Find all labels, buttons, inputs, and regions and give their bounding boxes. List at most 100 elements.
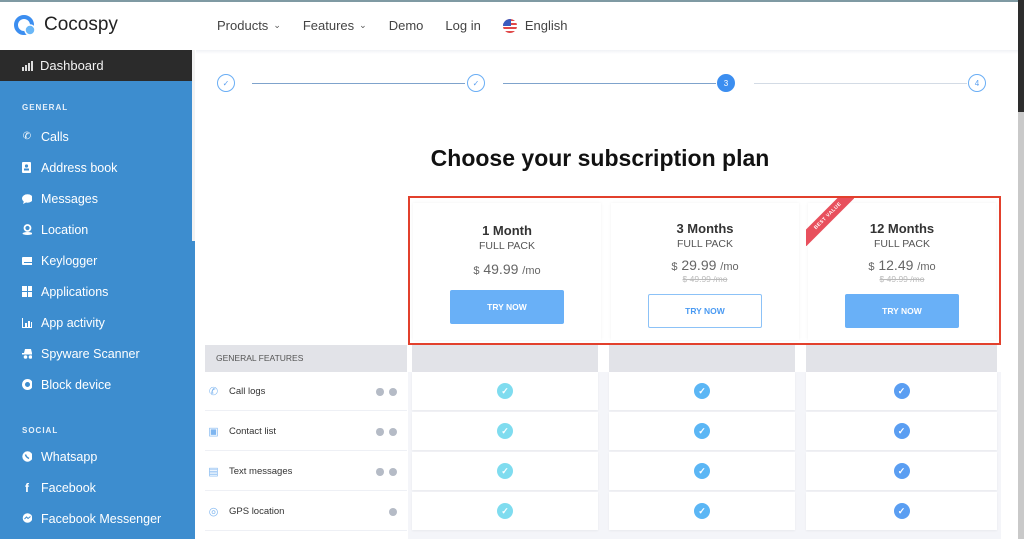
sidebar-item-calls[interactable]: ✆ Calls <box>0 121 195 152</box>
sidebar-item-dashboard[interactable]: Dashboard <box>0 50 195 81</box>
sidebar-item-facebook[interactable]: f Facebook <box>0 472 195 503</box>
sidebar-item-facebook-messenger[interactable]: Facebook Messenger <box>0 503 195 534</box>
facebook-icon: f <box>25 480 29 495</box>
android-icon <box>389 427 397 436</box>
best-value-ribbon: BEST VALUE <box>806 198 854 246</box>
page-scrollbar-thumb[interactable] <box>1018 0 1024 112</box>
platform-icons <box>376 467 397 476</box>
old-price: $ 49.99 /mo <box>879 274 925 284</box>
language-selector[interactable]: English <box>502 18 568 33</box>
try-now-button-1-month[interactable]: TRY NOW <box>450 290 564 324</box>
bar-chart-icon <box>22 317 32 328</box>
step-number: 4 <box>974 78 980 88</box>
platform-icons <box>376 387 397 396</box>
phone-icon: ✆ <box>22 131 32 142</box>
check-circle-icon: ✓ <box>893 423 910 439</box>
price-value: 29.99 <box>681 257 717 273</box>
location-pin-icon <box>22 224 32 235</box>
feature-cell: ✓ <box>806 452 997 490</box>
brand-logo[interactable]: Cocospy <box>14 14 118 36</box>
sidebar-item-label: Messages <box>41 191 98 206</box>
feature-label: GPS location <box>229 506 285 517</box>
check-circle-icon: ✓ <box>694 423 710 439</box>
sidebar-item-whatsapp[interactable]: Whatsapp <box>0 441 195 472</box>
plan-pack: FULL PACK <box>676 238 734 250</box>
check-circle-icon: ✓ <box>497 423 513 439</box>
nav-products-label: Products <box>217 18 269 33</box>
check-circle-icon: ✓ <box>694 503 710 519</box>
sidebar-item-applications[interactable]: Applications <box>0 276 195 307</box>
plan-price: $ 49.99 /mo <box>413 261 601 277</box>
top-nav: Products ⌄ Features ⌄ Demo Log in Englis… <box>217 18 567 33</box>
feature-row: ◎ GPS location <box>205 493 407 531</box>
nav-demo[interactable]: Demo <box>389 18 424 33</box>
feature-cell: ✓ <box>609 372 795 410</box>
try-now-button-3-months[interactable]: TRY NOW <box>648 294 762 328</box>
android-icon <box>389 387 397 396</box>
feature-row: ✆ Call logs <box>205 373 407 411</box>
sidebar-item-label: Keylogger <box>41 253 98 268</box>
column-header-12-months <box>806 345 997 372</box>
sidebar-item-keylogger[interactable]: Keylogger <box>0 245 195 276</box>
language-label: English <box>524 18 568 33</box>
price-period: /mo <box>720 261 739 273</box>
platform-icons <box>376 427 397 436</box>
sidebar-item-spyware-scanner[interactable]: Spyware Scanner <box>0 338 195 369</box>
feature-cell: ✓ <box>806 412 997 450</box>
step-number: 3 <box>723 78 729 88</box>
currency: $ <box>473 265 480 277</box>
try-now-button-12-months[interactable]: TRY NOW <box>845 294 959 328</box>
feature-label: Contact list <box>229 426 276 437</box>
nav-demo-label: Demo <box>388 18 424 33</box>
keyboard-icon <box>22 256 32 266</box>
page-title: Choose your subscription plan <box>430 145 770 171</box>
nav-login[interactable]: Log in <box>445 18 480 33</box>
contact-card-icon: ▣ <box>208 426 219 438</box>
best-value-label: BEST VALUE <box>806 198 854 246</box>
sidebar-item-label: App activity <box>41 315 105 330</box>
platform-icons <box>389 507 397 516</box>
whatsapp-icon <box>22 451 32 462</box>
messenger-icon <box>22 513 32 524</box>
sidebar-item-messages[interactable]: Messages <box>0 183 195 214</box>
check-icon: ✓ <box>222 78 230 88</box>
column-header-1-month <box>412 345 598 372</box>
plan-name: 3 Months <box>676 221 734 236</box>
location-target-icon: ◎ <box>208 506 219 518</box>
sidebar-section-social: SOCIAL <box>22 426 59 435</box>
us-flag-icon <box>502 18 517 33</box>
sidebar-item-label: Block device <box>41 377 112 392</box>
feature-label: Call logs <box>229 386 266 397</box>
apple-icon <box>376 387 384 396</box>
checkout-stepper: ✓ ✓ 3 4 <box>217 74 987 92</box>
sidebar-scrollbar[interactable] <box>192 50 195 241</box>
step-connector <box>252 82 465 84</box>
step-3-active: 3 <box>717 74 735 92</box>
apple-icon <box>376 467 384 476</box>
apps-grid-icon <box>22 286 32 297</box>
feature-cell: ✓ <box>412 412 598 450</box>
sidebar-item-label: Whatsapp <box>41 449 98 464</box>
nav-login-label: Log in <box>445 18 481 33</box>
check-circle-icon: ✓ <box>893 503 910 519</box>
feature-cell: ✓ <box>806 372 997 410</box>
old-price: $ 49.99 /mo <box>682 274 728 284</box>
plan-pack: FULL PACK <box>478 240 536 252</box>
sidebar-item-label: Facebook <box>41 480 96 495</box>
header-shadow <box>196 50 1018 54</box>
block-circle-icon <box>22 379 32 390</box>
nav-products[interactable]: Products ⌄ <box>217 18 281 33</box>
contact-card-icon <box>22 162 32 173</box>
feature-cell: ✓ <box>412 492 598 530</box>
sidebar: Dashboard GENERAL ✆ Calls Address book Me… <box>0 50 195 539</box>
step-4-pending: 4 <box>968 74 986 92</box>
sidebar-item-label: Facebook Messenger <box>41 511 162 526</box>
currency: $ <box>671 261 678 273</box>
price-value: 12.49 <box>878 257 914 273</box>
sidebar-item-block-device[interactable]: Block device <box>0 369 195 400</box>
sidebar-item-address-book[interactable]: Address book <box>0 152 195 183</box>
nav-features[interactable]: Features ⌄ <box>303 18 367 33</box>
check-circle-icon: ✓ <box>893 383 910 399</box>
sidebar-item-location[interactable]: Location <box>0 214 195 245</box>
sidebar-item-app-activity[interactable]: App activity <box>0 307 195 338</box>
